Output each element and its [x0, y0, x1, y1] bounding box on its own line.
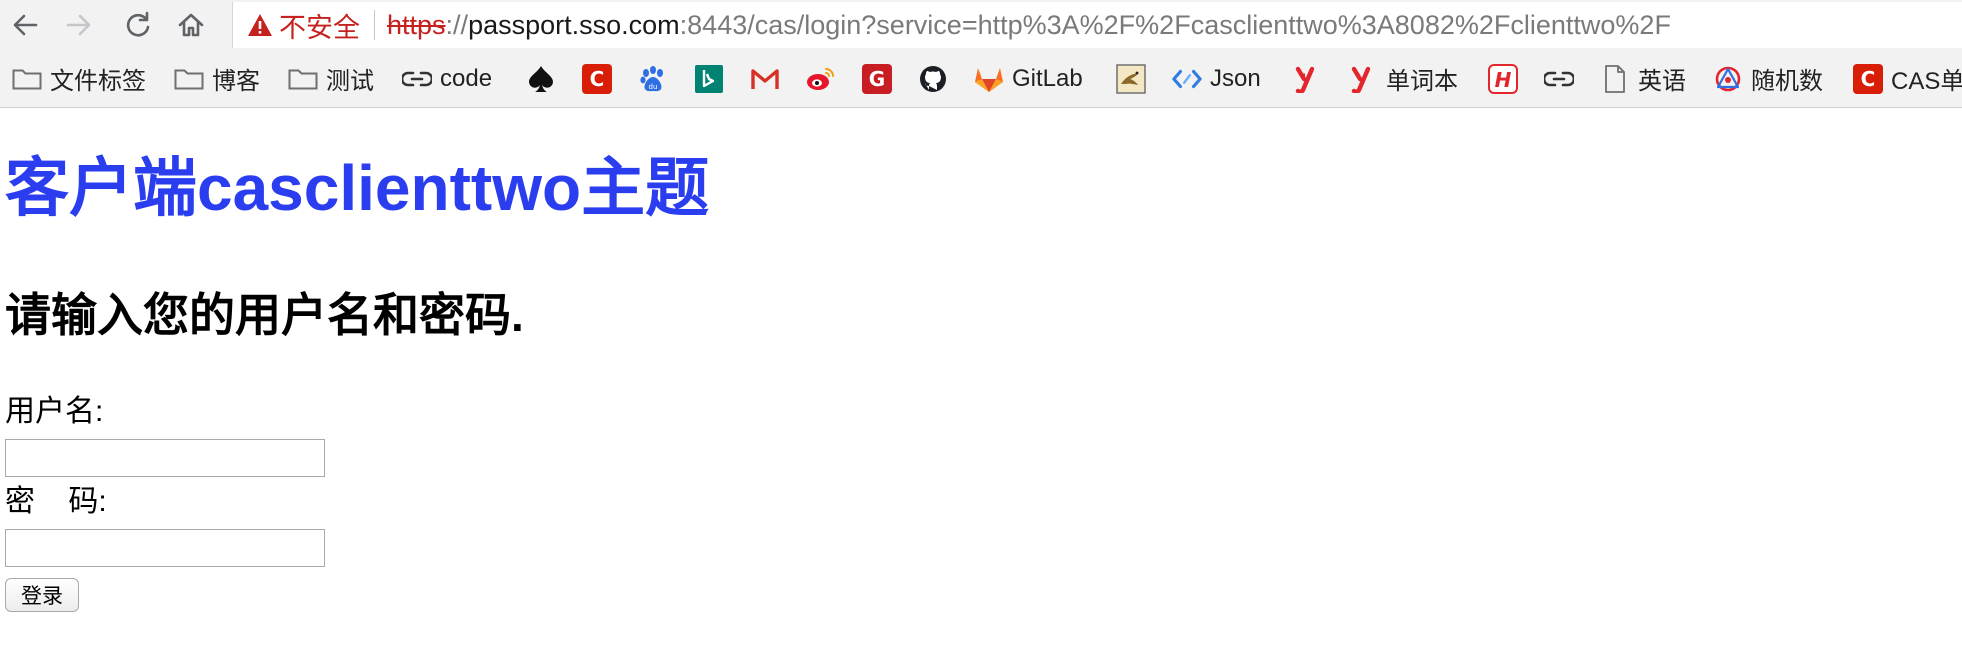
omnibox-divider: [374, 10, 375, 40]
bookmark-folder-boke[interactable]: 博客: [174, 50, 260, 107]
bookmark-bing[interactable]: [694, 50, 724, 107]
url-path: :8443/cas/login?service=http%3A%2F%2Fcas…: [679, 9, 1671, 40]
spade-icon: [526, 64, 556, 94]
folder-icon: [12, 64, 42, 94]
bookmark-label: Json: [1210, 64, 1261, 92]
bookmarks-bar: 文件标签 博客 测试 code C du G GitLab Json 单词本 H…: [0, 50, 1962, 108]
back-arrow-icon[interactable]: [6, 6, 44, 44]
bing-icon: [694, 64, 724, 94]
h-logo-icon: H: [1488, 63, 1518, 94]
csdn-icon: C: [582, 63, 612, 94]
bookmark-weibo[interactable]: [806, 50, 836, 107]
github-icon: [918, 64, 948, 94]
login-instructions: 请输入您的用户名和密码.: [5, 289, 524, 341]
link-icon: [1544, 64, 1574, 94]
address-bar[interactable]: 不安全 https://passport.sso.com:8443/cas/lo…: [232, 2, 1962, 48]
link-icon: [402, 64, 432, 94]
forward-arrow-icon[interactable]: [60, 6, 98, 44]
bookmark-gmail[interactable]: [750, 50, 780, 107]
not-secure-label[interactable]: 不安全: [279, 6, 360, 45]
bookmark-json[interactable]: Json: [1172, 50, 1261, 107]
bookmark-youdao[interactable]: [1292, 50, 1322, 107]
youdao-icon: [1348, 64, 1378, 94]
gitee-icon: G: [862, 63, 892, 94]
bookmark-folder-wenjian[interactable]: 文件标签: [12, 50, 146, 107]
svg-text:du: du: [649, 83, 658, 91]
bookmark-youdao-wordbook[interactable]: 单词本: [1348, 50, 1458, 107]
bookmark-label: 单词本: [1386, 68, 1458, 95]
warning-triangle-icon[interactable]: [247, 12, 273, 38]
page-icon: [1600, 64, 1630, 94]
url-host: passport.sso.com: [468, 9, 680, 40]
bookmark-csdn[interactable]: C: [582, 50, 612, 107]
bookmark-link[interactable]: [1544, 50, 1574, 107]
bookmark-baidu[interactable]: du: [638, 50, 668, 107]
bookmark-spade[interactable]: [526, 50, 556, 107]
bookmark-github[interactable]: [918, 50, 948, 107]
code-brackets-icon: [1172, 64, 1202, 94]
bookmark-label: 文件标签: [50, 68, 146, 95]
bookmark-label: 英语: [1638, 68, 1686, 95]
page-title: 客户端casclienttwo主题: [5, 152, 710, 224]
bookmark-h[interactable]: H: [1488, 50, 1518, 107]
bookmark-english[interactable]: 英语: [1600, 50, 1686, 107]
bird-image-icon: [1116, 63, 1146, 94]
url-slashes: ://: [445, 9, 469, 40]
baidu-paw-icon: du: [638, 64, 668, 94]
bookmark-label: 测试: [326, 68, 374, 95]
gitlab-icon: [974, 64, 1004, 94]
gmail-icon: [750, 64, 780, 94]
csdn-icon: C: [1853, 63, 1883, 94]
reload-icon[interactable]: [118, 6, 156, 44]
url-scheme: https: [387, 9, 446, 40]
folder-icon: [288, 64, 318, 94]
url-text[interactable]: https://passport.sso.com:8443/cas/login?…: [387, 10, 1671, 41]
home-icon[interactable]: [172, 6, 210, 44]
svg-text:H: H: [1495, 68, 1512, 92]
username-input[interactable]: [5, 439, 325, 477]
bookmark-gitlab[interactable]: GitLab: [974, 50, 1083, 107]
password-label: 密 码:: [5, 485, 107, 518]
browser-toolbar: 不安全 https://passport.sso.com:8443/cas/lo…: [0, 0, 1962, 50]
bookmark-cas[interactable]: C CAS单: [1853, 50, 1962, 107]
folder-icon: [174, 64, 204, 94]
password-input[interactable]: [5, 529, 325, 567]
bookmark-random[interactable]: 随机数: [1713, 50, 1823, 107]
weibo-icon: [806, 64, 836, 94]
bookmark-code[interactable]: code: [402, 50, 492, 107]
youdao-icon: [1292, 64, 1322, 94]
dice-icon: [1713, 64, 1743, 94]
bookmark-bird[interactable]: [1116, 50, 1146, 107]
bookmark-label: CAS单: [1891, 68, 1962, 95]
bookmark-label: code: [440, 64, 493, 92]
login-button[interactable]: 登录: [5, 578, 79, 612]
bookmark-label: 随机数: [1751, 68, 1823, 95]
bookmark-gitee[interactable]: G: [862, 50, 892, 107]
bookmark-label: GitLab: [1012, 64, 1083, 92]
username-label: 用户名:: [5, 395, 104, 428]
bookmark-label: 博客: [212, 68, 260, 95]
bookmark-folder-ceshi[interactable]: 测试: [288, 50, 374, 107]
